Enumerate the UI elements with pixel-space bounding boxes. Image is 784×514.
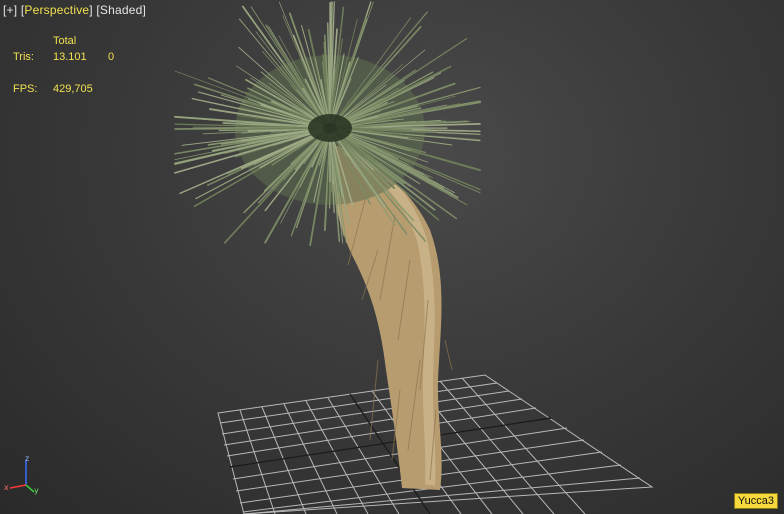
yucca-foliage[interactable] xyxy=(174,1,481,247)
viewport-pov-menu[interactable]: Perspective xyxy=(24,3,89,17)
object-name-badge: Yucca3 xyxy=(733,493,778,509)
bracket-close: ] xyxy=(89,3,93,17)
stats-header-total: Total xyxy=(53,35,77,47)
axis-tripod-icon: z x y xyxy=(4,454,39,495)
stats-fps-label: FPS: xyxy=(13,83,38,95)
stats-tris-total: 13.101 xyxy=(53,51,87,63)
stats-fps-value: 429,705 xyxy=(53,83,93,95)
viewport-plus-menu[interactable]: [+] xyxy=(3,3,17,17)
axis-x-label: x xyxy=(4,483,9,492)
axis-z-label: z xyxy=(25,454,29,463)
viewport-shading-menu[interactable]: Shaded xyxy=(100,3,143,17)
axis-y-label: y xyxy=(34,486,39,495)
bracket-close: ] xyxy=(142,3,147,17)
viewport-label-menu: [+] [Perspective] [Shaded] xyxy=(3,3,146,17)
stats-tris-label: Tris: xyxy=(13,51,34,63)
scene-canvas[interactable] xyxy=(0,0,784,514)
perspective-viewport[interactable]: [+] [Perspective] [Shaded] Total Tris: 1… xyxy=(0,0,784,514)
stats-tris-selected: 0 xyxy=(108,51,115,63)
